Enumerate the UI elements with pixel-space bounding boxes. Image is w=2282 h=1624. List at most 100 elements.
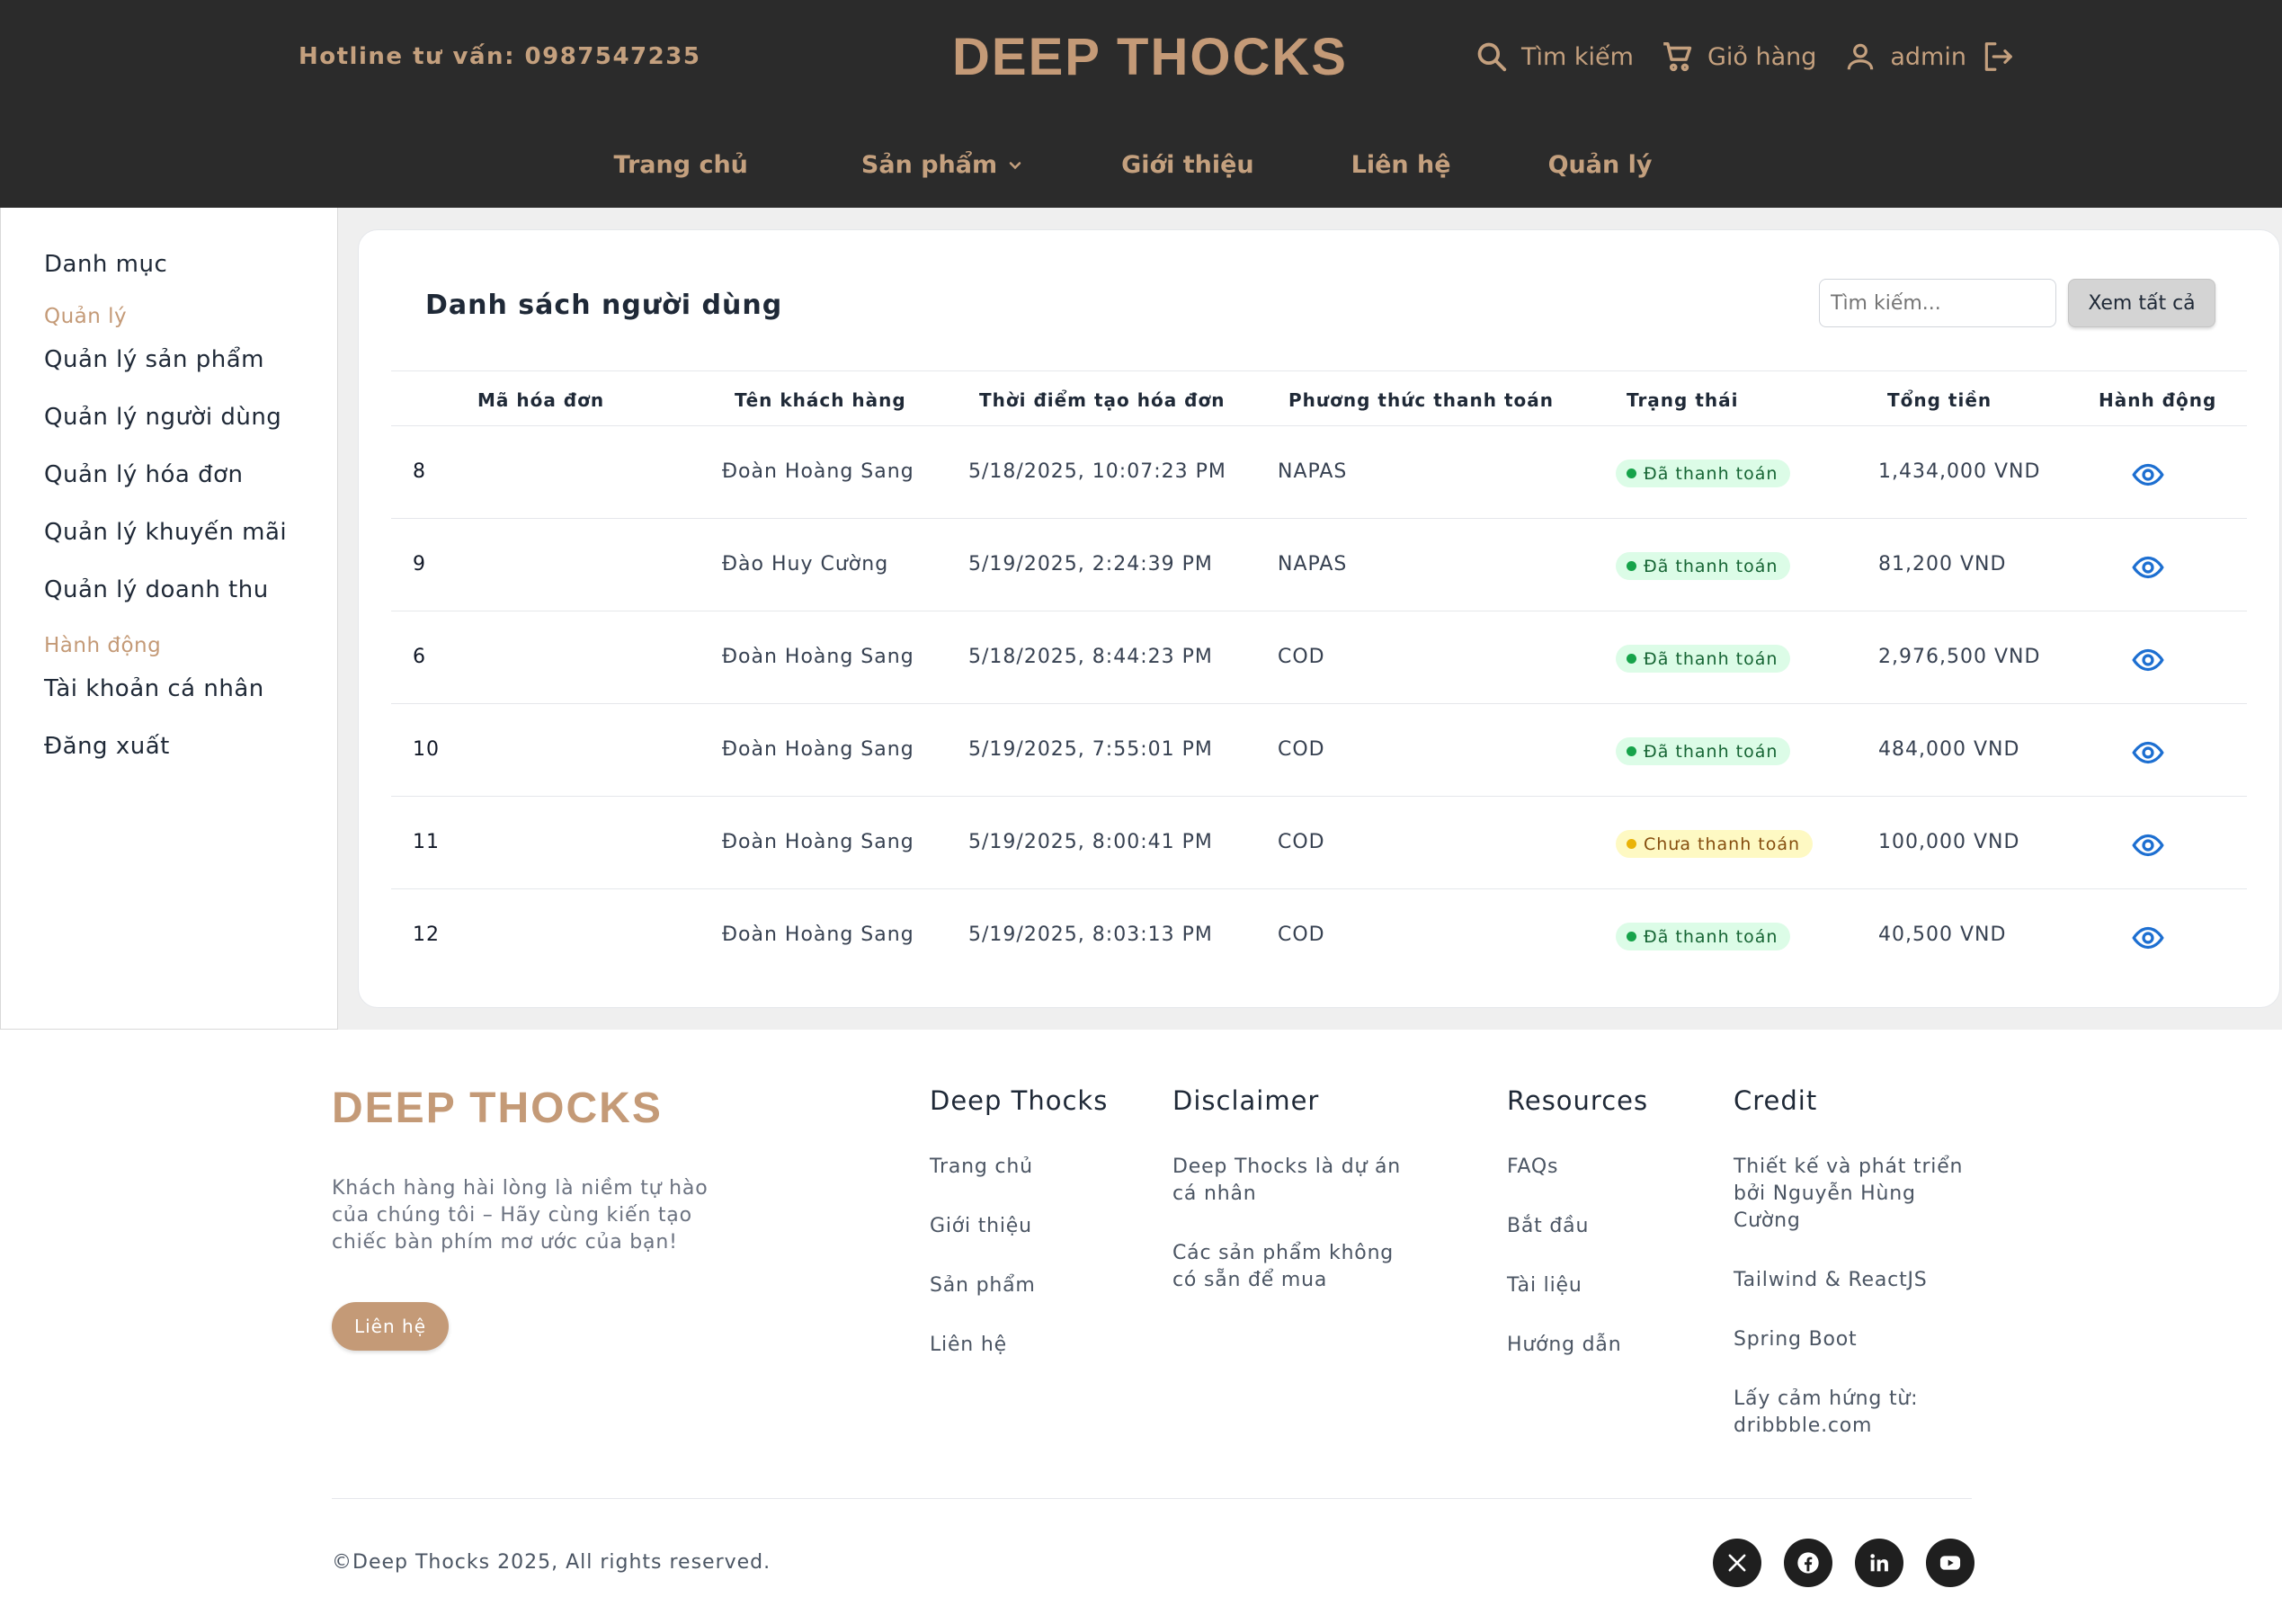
footer-contact-button[interactable]: Liên hệ bbox=[332, 1302, 449, 1351]
footer-divider bbox=[332, 1498, 1972, 1499]
search-input[interactable] bbox=[1819, 279, 2056, 327]
footer-link-getting-started[interactable]: Bắt đầu bbox=[1507, 1213, 1648, 1240]
nav-home[interactable]: Trang chủ bbox=[614, 151, 748, 179]
cart-icon bbox=[1663, 42, 1692, 72]
linkedin-icon bbox=[1870, 1554, 1888, 1572]
status-badge: Chưa thanh toán bbox=[1616, 830, 1814, 858]
logout-icon[interactable] bbox=[1981, 40, 2015, 74]
status-badge: Đã thanh toán bbox=[1616, 645, 1791, 673]
table-row: 8 Đoàn Hoàng Sang 5/18/2025, 10:07:23 PM NA… bbox=[391, 426, 2247, 519]
footer-column-title: Resources bbox=[1507, 1085, 1649, 1116]
footer-credit-backend: Spring Boot bbox=[1734, 1328, 1858, 1351]
cell-payment-method: COD bbox=[1278, 738, 1325, 761]
cell-payment-method: COD bbox=[1278, 646, 1325, 668]
status-badge: Đã thanh toán bbox=[1616, 923, 1791, 950]
search-button[interactable]: Tìm kiếm bbox=[1475, 40, 1634, 74]
view-invoice-button[interactable] bbox=[2132, 459, 2164, 491]
cell-invoice-id: 11 bbox=[413, 831, 440, 853]
view-invoice-button[interactable] bbox=[2132, 551, 2164, 584]
column-header-created: Thời điểm tạo hóa đơn bbox=[979, 389, 1226, 411]
nav-contact[interactable]: Liên hệ bbox=[1351, 151, 1451, 179]
nav-about[interactable]: Giới thiệu bbox=[1121, 151, 1254, 179]
view-invoice-button[interactable] bbox=[2132, 829, 2164, 861]
cell-payment-method: NAPAS bbox=[1278, 460, 1348, 483]
cart-label: Giỏ hàng bbox=[1707, 42, 1817, 71]
column-header-status: Trạng thái bbox=[1627, 389, 1739, 411]
view-all-button[interactable]: Xem tất cả bbox=[2068, 279, 2215, 327]
site-footer: DEEP THOCKS Khách hàng hài lòng là niềm … bbox=[0, 1030, 2282, 1624]
column-header-customer: Tên khách hàng bbox=[735, 389, 906, 411]
youtube-link[interactable] bbox=[1926, 1539, 1974, 1587]
sidebar-item-logout[interactable]: Đăng xuất bbox=[44, 733, 337, 760]
eye-icon bbox=[2132, 926, 2164, 950]
footer-credit-inspiration[interactable]: Lấy cảm hứng từ: dribbble.com bbox=[1734, 1386, 1976, 1440]
footer-description: Khách hàng hài lòng là niềm tự hào của c… bbox=[332, 1177, 709, 1254]
search-icon bbox=[1477, 42, 1507, 72]
sidebar-item-promotions[interactable]: Quản lý khuyến mãi bbox=[44, 519, 337, 546]
view-invoice-button[interactable] bbox=[2132, 922, 2164, 954]
status-badge: Đã thanh toán bbox=[1616, 737, 1791, 765]
sidebar-item-revenue[interactable]: Quản lý doanh thu bbox=[44, 576, 337, 603]
eye-icon bbox=[2132, 648, 2164, 672]
nav-manage[interactable]: Quản lý bbox=[1548, 151, 1653, 179]
invoice-table: Mã hóa đơn Tên khách hàng Thời điểm tạo … bbox=[391, 370, 2247, 982]
status-text: Đã thanh toán bbox=[1644, 463, 1778, 484]
sidebar-item-invoices[interactable]: Quản lý hóa đơn bbox=[44, 461, 337, 488]
footer-brand[interactable]: DEEP THOCKS bbox=[332, 1084, 663, 1133]
cell-total: 40,500 VND bbox=[1878, 924, 2007, 946]
chevron-down-icon bbox=[1009, 161, 1021, 169]
status-text: Đã thanh toán bbox=[1644, 741, 1778, 762]
status-dot bbox=[1627, 561, 1636, 571]
cell-total: 1,434,000 VND bbox=[1878, 460, 2041, 483]
social-links bbox=[1713, 1539, 1974, 1587]
footer-credit-frontend: Tailwind & ReactJS bbox=[1734, 1269, 1928, 1291]
cell-invoice-id: 9 bbox=[413, 553, 426, 576]
sidebar-category-actions: Hành động bbox=[44, 634, 162, 657]
footer-link-products[interactable]: Sản phẩm bbox=[930, 1272, 1108, 1299]
cart-button[interactable]: Giỏ hàng bbox=[1661, 40, 1816, 74]
x-icon bbox=[1728, 1554, 1746, 1572]
linkedin-link[interactable] bbox=[1855, 1539, 1903, 1587]
cell-created-at: 5/19/2025, 8:00:41 PM bbox=[968, 831, 1213, 853]
view-invoice-button[interactable] bbox=[2132, 736, 2164, 769]
search-label: Tìm kiếm bbox=[1521, 42, 1634, 71]
status-badge: Đã thanh toán bbox=[1616, 552, 1791, 580]
sidebar-item-users[interactable]: Quản lý người dùng bbox=[44, 404, 337, 431]
sidebar-title: Danh mục bbox=[44, 251, 168, 278]
footer-link-docs[interactable]: Tài liệu bbox=[1507, 1272, 1648, 1299]
main-nav: Trang chủ Sản phẩm Giới thiệu Liên hệ Qu… bbox=[0, 151, 2282, 179]
status-badge: Đã thanh toán bbox=[1616, 460, 1791, 487]
table-header: Mã hóa đơn Tên khách hàng Thời điểm tạo … bbox=[391, 370, 2247, 426]
footer-link-about[interactable]: Giới thiệu bbox=[930, 1213, 1108, 1240]
footer-column-disclaimer: Disclaimer Deep Thocks là dự án cá nhân … bbox=[1172, 1085, 1424, 1326]
table-row: 12 Đoàn Hoàng Sang 5/19/2025, 8:03:13 PM CO… bbox=[391, 889, 2247, 982]
x-link[interactable] bbox=[1713, 1539, 1761, 1587]
footer-link-guide[interactable]: Hướng dẫn bbox=[1507, 1332, 1648, 1359]
cell-created-at: 5/19/2025, 7:55:01 PM bbox=[968, 738, 1213, 761]
cell-invoice-id: 12 bbox=[413, 924, 440, 946]
view-invoice-button[interactable] bbox=[2132, 644, 2164, 676]
user-icon bbox=[1848, 43, 1874, 70]
table-row: 11 Đoàn Hoàng Sang 5/19/2025, 8:00:41 PM CO… bbox=[391, 797, 2247, 889]
cell-payment-method: NAPAS bbox=[1278, 553, 1348, 576]
footer-column-title: Disclaimer bbox=[1172, 1085, 1320, 1116]
footer-link-faqs[interactable]: FAQs bbox=[1507, 1154, 1648, 1181]
column-header-total: Tổng tiền bbox=[1887, 389, 1992, 411]
cell-invoice-id: 6 bbox=[413, 646, 426, 668]
sidebar-item-products[interactable]: Quản lý sản phẩm bbox=[44, 346, 337, 373]
table-row: 9 Đào Huy Cường 5/19/2025, 2:24:39 PM NAPAS… bbox=[391, 519, 2247, 611]
sidebar-item-account[interactable]: Tài khoản cá nhân bbox=[44, 675, 337, 702]
footer-column-credit: Credit Thiết kế và phát triển bởi Nguyễn… bbox=[1734, 1085, 1976, 1472]
copyright: ©Deep Thocks 2025, All rights reserved. bbox=[332, 1551, 771, 1574]
cell-invoice-id: 8 bbox=[413, 460, 426, 483]
nav-products[interactable]: Sản phẩm bbox=[861, 151, 1024, 179]
user-menu[interactable]: admin bbox=[1843, 40, 1966, 74]
cell-total: 81,200 VND bbox=[1878, 553, 2007, 576]
table-row: 6 Đoàn Hoàng Sang 5/18/2025, 8:44:23 PM COD… bbox=[391, 611, 2247, 704]
facebook-link[interactable] bbox=[1784, 1539, 1832, 1587]
footer-link-home[interactable]: Trang chủ bbox=[930, 1154, 1108, 1181]
cell-total: 100,000 VND bbox=[1878, 831, 2020, 853]
status-dot bbox=[1627, 468, 1636, 478]
footer-link-contact[interactable]: Liên hệ bbox=[930, 1332, 1108, 1359]
facebook-icon bbox=[1797, 1552, 1819, 1574]
